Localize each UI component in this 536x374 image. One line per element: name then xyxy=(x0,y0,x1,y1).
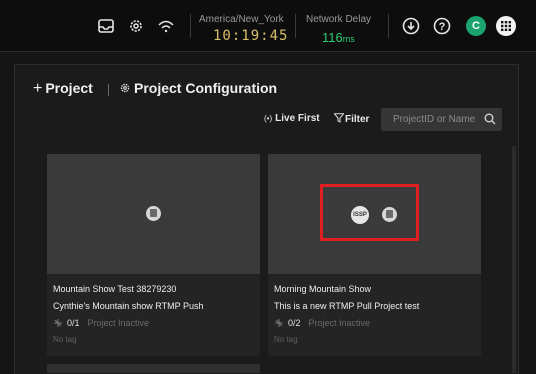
network-delay-label: Network Delay xyxy=(306,14,372,25)
stream-icon xyxy=(275,319,283,327)
search-icon[interactable] xyxy=(484,113,496,125)
help-icon[interactable]: ? xyxy=(432,16,452,36)
avatar[interactable]: C xyxy=(466,16,486,36)
project-status: Project Inactive xyxy=(87,318,150,328)
project-status: Project Inactive xyxy=(308,318,371,328)
live-signal-icon: (•) xyxy=(264,114,273,123)
plus-icon: + xyxy=(33,80,43,97)
scrollbar[interactable] xyxy=(512,146,516,373)
apps-grid-icon[interactable] xyxy=(496,16,516,36)
stream-icon xyxy=(54,319,62,327)
add-project-label: Project xyxy=(45,80,93,96)
project-configuration-button[interactable]: Project Configuration xyxy=(120,80,277,96)
project-meta: 0/1 Project Inactive xyxy=(53,318,149,328)
next-card-row xyxy=(47,364,260,373)
divider xyxy=(295,14,296,38)
network-delay-value: 116ms xyxy=(322,30,355,45)
project-tag: No tag xyxy=(53,335,77,344)
project-thumbnail xyxy=(47,154,260,274)
divider xyxy=(190,14,191,38)
project-title: Morning Mountain Show xyxy=(274,284,372,294)
divider xyxy=(108,84,109,96)
network-delay-unit: ms xyxy=(342,34,355,44)
upload-icon[interactable] xyxy=(401,16,421,36)
inbox-icon[interactable] xyxy=(96,16,116,36)
live-first-label: Live First xyxy=(275,113,320,124)
svg-text:?: ? xyxy=(439,21,446,33)
settings-icon[interactable] xyxy=(126,16,146,36)
project-description: Cynthie's Mountain show RTMP Push xyxy=(53,301,204,311)
project-logo-icon xyxy=(146,206,161,221)
divider xyxy=(388,14,389,38)
project-tag: No tag xyxy=(274,335,298,344)
project-description: This is a new RTMP Pull Project test xyxy=(274,301,420,311)
signal-icon[interactable] xyxy=(156,16,176,36)
filter-icon xyxy=(333,113,345,123)
network-delay-number: 116 xyxy=(322,30,343,45)
stream-count: 0/1 xyxy=(67,318,80,328)
project-title: Mountain Show Test 38279230 xyxy=(53,284,177,294)
live-first-toggle[interactable]: (•) Live First xyxy=(264,113,320,124)
project-search xyxy=(381,108,502,131)
highlight-box xyxy=(320,184,419,241)
add-project-button[interactable]: + Project xyxy=(33,80,93,98)
timezone-label: America/New_York xyxy=(199,14,284,25)
filter-label: Filter xyxy=(345,114,370,125)
project-card[interactable]: Mountain Show Test 38279230 Cynthie's Mo… xyxy=(47,154,260,356)
clock-display: 10:19:45 xyxy=(213,28,289,44)
project-configuration-label: Project Configuration xyxy=(134,80,278,96)
stream-count: 0/2 xyxy=(288,318,301,328)
project-meta: 0/2 Project Inactive xyxy=(274,318,370,328)
config-gear-icon xyxy=(120,83,130,93)
top-bar: America/New_York 10:19:45 Network Delay … xyxy=(0,0,536,52)
search-input[interactable] xyxy=(381,108,485,131)
filter-button[interactable]: Filter xyxy=(333,113,370,125)
